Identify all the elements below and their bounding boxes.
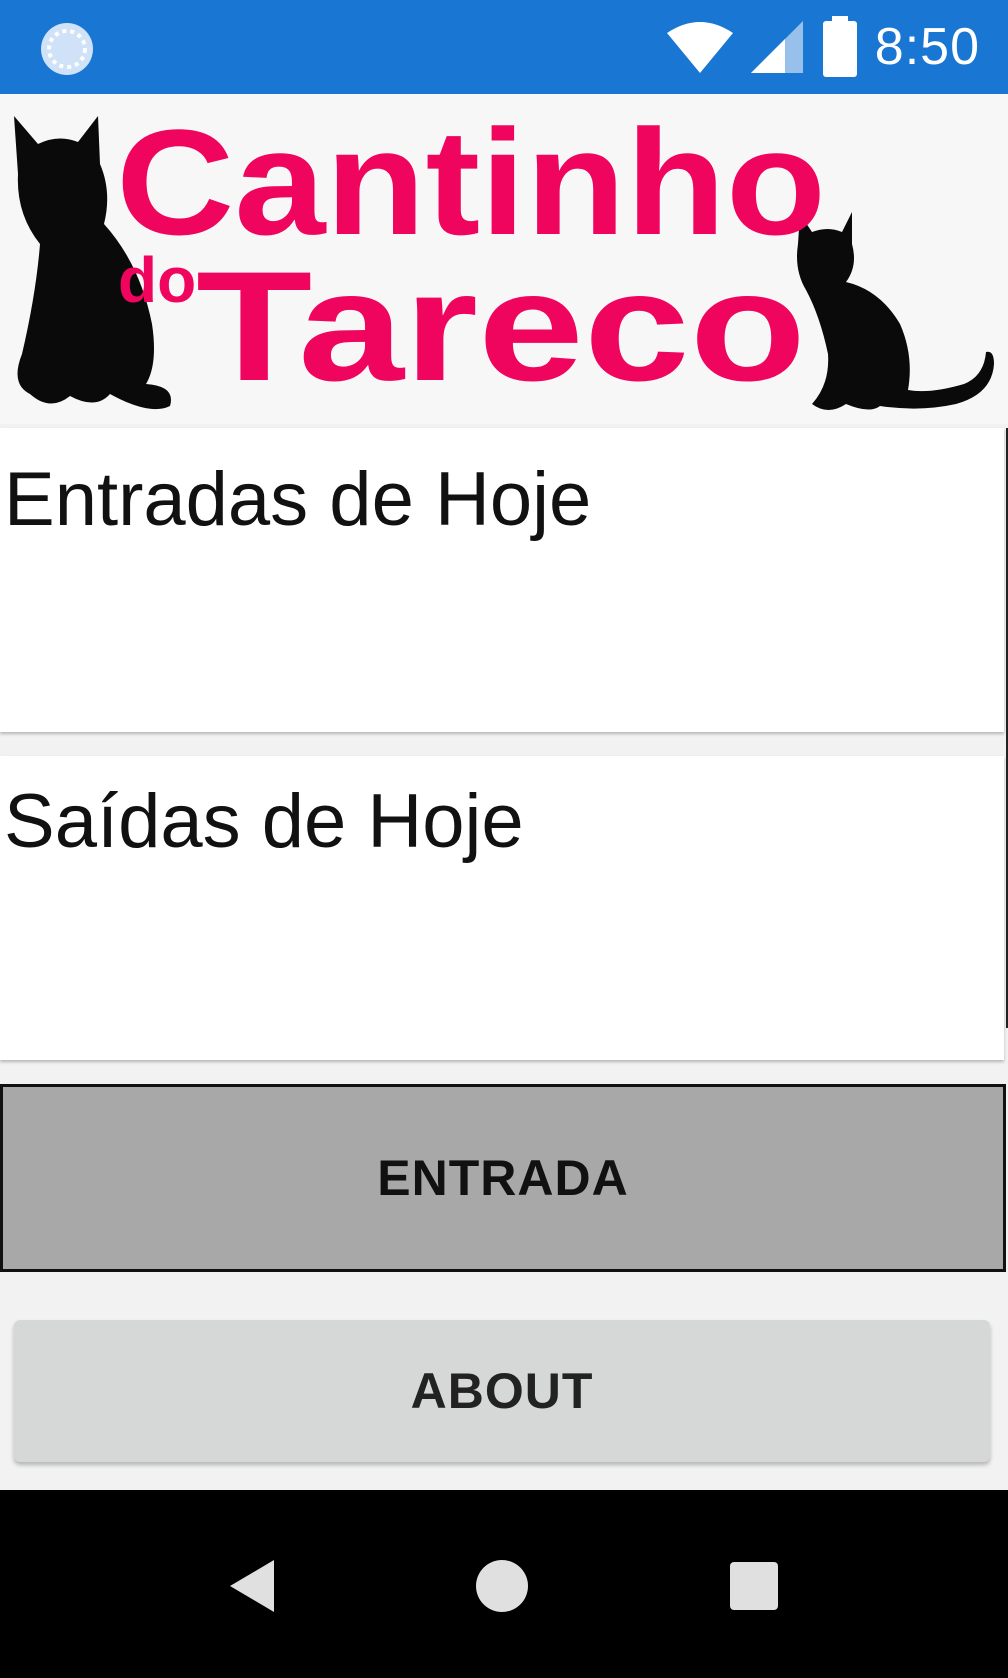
wifi-icon (666, 22, 733, 73)
entrada-button[interactable]: ENTRADA (0, 1084, 1006, 1272)
home-icon[interactable] (462, 1546, 542, 1626)
entradas-title: Entradas de Hoje (4, 457, 592, 542)
back-icon[interactable] (212, 1546, 292, 1626)
status-time: 8:50 (874, 18, 980, 76)
saidas-card: Saídas de Hoje (0, 756, 1004, 1060)
battery-icon (822, 16, 857, 77)
sync-circle-icon (41, 23, 93, 75)
cat-silhouette-right-icon (797, 212, 994, 410)
saidas-title: Saídas de Hoje (4, 779, 524, 864)
logo-banner: Cantinho do Tareco (0, 94, 1008, 424)
recents-icon[interactable] (714, 1546, 794, 1626)
entrada-button-label: ENTRADA (377, 1150, 629, 1206)
about-button[interactable]: ABOUT (14, 1320, 990, 1462)
about-button-label: ABOUT (410, 1363, 594, 1419)
logo-title-small: do (118, 244, 196, 316)
status-bar: 8:50 (0, 0, 1008, 94)
logo-title-line2: Tareco (196, 240, 806, 414)
navigation-bar (0, 1490, 1008, 1678)
cell-signal-icon (750, 21, 803, 73)
app-logo: Cantinho do Tareco (14, 98, 994, 414)
status-icons: 8:50 (665, 14, 980, 80)
entradas-card: Entradas de Hoje (0, 428, 1004, 732)
